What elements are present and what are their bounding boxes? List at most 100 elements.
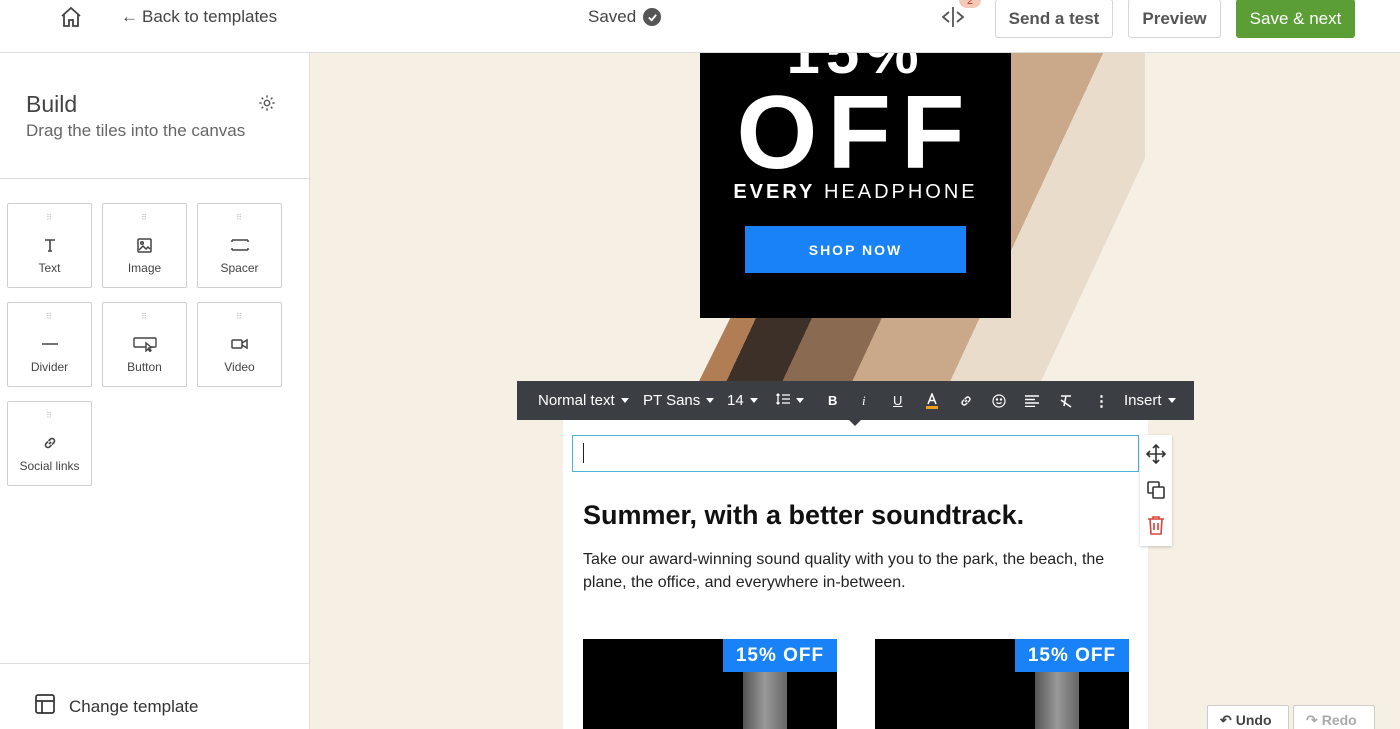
trash-icon[interactable] <box>1146 515 1166 535</box>
italic-icon[interactable]: i <box>862 381 866 420</box>
undo-button[interactable]: ↶ Undo <box>1207 705 1289 729</box>
redo-label: Redo <box>1321 712 1357 728</box>
send-test-button[interactable]: Send a test <box>995 0 1113 38</box>
image-icon <box>103 236 186 254</box>
change-template-button[interactable]: Change template <box>34 693 198 720</box>
text-style-select[interactable]: Normal text <box>538 381 629 420</box>
tile-label: Video <box>224 360 255 374</box>
save-next-button[interactable]: Save & next <box>1236 0 1355 38</box>
drag-handle-icon: ⠿ <box>236 213 243 222</box>
insert-label: Insert <box>1124 392 1162 409</box>
drag-handle-icon: ⠿ <box>141 312 148 321</box>
tile-image[interactable]: ⠿ Image <box>102 203 187 288</box>
text-edit-field[interactable] <box>572 435 1139 472</box>
back-label: Back to templates <box>142 7 278 26</box>
discount-badge: 15% OFF <box>723 639 837 672</box>
hero-off-text: OFF <box>736 75 975 191</box>
toolbar-pointer <box>849 420 861 426</box>
hero-promo-block[interactable]: 15% OFF EVERY HEADPHONE SHOP NOW <box>700 53 1011 318</box>
undo-label: Undo <box>1235 712 1272 728</box>
notification-badge: 2 <box>959 0 981 8</box>
tile-label: Text <box>38 261 61 275</box>
text-caret <box>583 443 584 463</box>
gear-icon[interactable] <box>258 94 276 112</box>
divider <box>0 178 309 179</box>
drag-handle-icon: ⠿ <box>46 411 53 420</box>
align-left-icon[interactable] <box>1025 381 1039 420</box>
duplicate-icon[interactable] <box>1146 480 1166 500</box>
text-style-value: Normal text <box>538 392 615 409</box>
divider-icon <box>8 335 91 353</box>
tile-label: Social links <box>19 459 80 473</box>
emoji-icon[interactable] <box>992 381 1006 420</box>
hero-subtitle: EVERY HEADPHONE <box>700 181 1011 204</box>
tile-spacer[interactable]: ⠿ Spacer <box>197 203 282 288</box>
hero-every-bold: EVERY <box>733 181 816 203</box>
text-icon <box>8 236 91 254</box>
tile-button[interactable]: ⠿ Button <box>102 302 187 387</box>
product-strap <box>743 669 787 729</box>
arrow-left-icon: ← <box>121 7 138 26</box>
sidebar-subtitle: Drag the tiles into the canvas <box>26 121 246 140</box>
chevron-down-icon <box>1167 398 1176 403</box>
build-sidebar: Build Drag the tiles into the canvas ⠿ T… <box>0 53 310 729</box>
tile-label: Button <box>127 360 162 374</box>
move-icon[interactable] <box>1146 444 1166 464</box>
drag-handle-icon: ⠿ <box>46 312 53 321</box>
redo-icon: ↷ <box>1306 711 1318 728</box>
bold-icon[interactable]: B <box>828 381 837 420</box>
product-image[interactable]: 15% OFF <box>583 639 837 729</box>
line-height-icon <box>776 392 790 409</box>
drag-handle-icon: ⠿ <box>236 312 243 321</box>
preview-button[interactable]: Preview <box>1128 0 1221 38</box>
sidebar-title: Build <box>26 91 78 117</box>
content-body-text[interactable]: Take our award-winning sound quality wit… <box>583 548 1133 594</box>
insert-menu[interactable]: Insert <box>1124 381 1176 420</box>
tile-video[interactable]: ⠿ Video <box>197 302 282 387</box>
top-bar: ← Back to templates Saved 2 Send a test … <box>0 0 1400 53</box>
chevron-down-icon <box>620 398 629 403</box>
spacer-icon <box>198 236 281 254</box>
text-color-icon[interactable] <box>925 381 939 420</box>
redo-button[interactable]: ↷ Redo <box>1293 705 1375 729</box>
shop-now-button[interactable]: SHOP NOW <box>745 226 966 273</box>
saved-label: Saved <box>588 7 637 26</box>
layout-icon <box>34 693 56 720</box>
home-icon[interactable] <box>58 4 84 30</box>
product-image[interactable]: 15% OFF <box>875 639 1129 729</box>
more-options-icon[interactable]: ⋮ <box>1094 381 1109 420</box>
link-icon[interactable] <box>959 381 973 420</box>
back-to-templates-link[interactable]: ← Back to templates <box>121 7 277 27</box>
tile-text[interactable]: ⠿ Text <box>7 203 92 288</box>
tile-label: Divider <box>30 360 69 374</box>
clear-format-icon[interactable] <box>1059 381 1073 420</box>
text-format-toolbar: Normal text PT Sans 14 B i U ⋮ Insert <box>517 381 1194 426</box>
tile-divider[interactable]: ⠿ Divider <box>7 302 92 387</box>
drag-handle-icon: ⠿ <box>141 213 148 222</box>
block-tools <box>1140 435 1172 546</box>
undo-icon: ↶ <box>1220 711 1232 728</box>
check-circle-icon <box>643 8 662 26</box>
tile-label: Image <box>127 261 162 275</box>
chevron-down-icon <box>706 398 715 403</box>
button-icon <box>103 335 186 353</box>
divider <box>0 663 309 664</box>
chevron-down-icon <box>796 398 804 403</box>
content-block[interactable]: Summer, with a better soundtrack. Take o… <box>563 418 1148 729</box>
compare-view-icon[interactable] <box>939 5 967 29</box>
font-family-value: PT Sans <box>643 392 701 409</box>
chevron-down-icon <box>749 398 758 403</box>
tile-label: Spacer <box>220 261 259 275</box>
change-template-label: Change template <box>69 696 199 716</box>
save-status: Saved <box>588 7 662 27</box>
underline-icon[interactable]: U <box>893 381 902 420</box>
font-family-select[interactable]: PT Sans <box>643 381 715 420</box>
font-size-select[interactable]: 14 <box>727 381 758 420</box>
content-headline[interactable]: Summer, with a better soundtrack. <box>583 500 1024 531</box>
hero-every-rest: HEADPHONE <box>823 181 978 203</box>
font-size-value: 14 <box>727 392 744 409</box>
tile-social-links[interactable]: ⠿ Social links <box>7 401 92 486</box>
line-height-select[interactable] <box>776 381 804 420</box>
product-strap <box>1035 669 1079 729</box>
link-icon <box>8 434 91 452</box>
